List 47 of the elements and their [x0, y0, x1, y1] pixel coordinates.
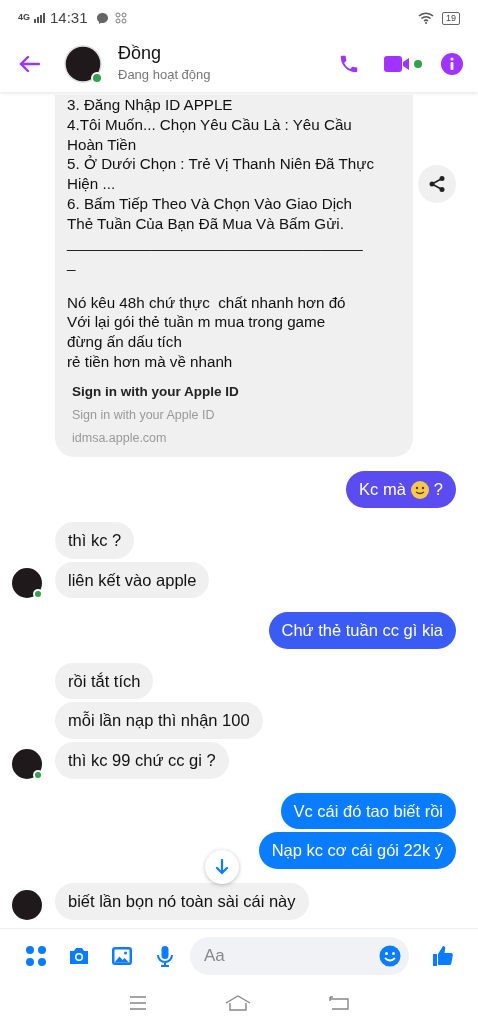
video-call-button[interactable]: [384, 54, 424, 74]
back-nav-button[interactable]: [329, 996, 349, 1010]
share-button[interactable]: [418, 165, 456, 203]
thumbs-up-icon: [430, 943, 455, 968]
battery-level: 19: [442, 11, 460, 25]
message-bubble: thì kc 99 chứ cc gi ?: [55, 742, 229, 779]
back-button[interactable]: [18, 55, 40, 73]
home-icon: [225, 995, 251, 1011]
chat-bubble-icon: [95, 11, 109, 25]
message-bubble: rồi tắt tích: [55, 662, 154, 700]
message-bubble: mỗi lần nạp thì nhận 100: [55, 702, 263, 739]
message-bubble: Nạp kc cơ cái gói 22k ý: [258, 832, 456, 869]
link-subtitle: Sign in with your Apple ID: [72, 406, 216, 424]
menu-icon: [129, 996, 147, 1010]
return-icon: [329, 996, 349, 1010]
message-text: 3. Đăng Nhập ID APPLE 4.Tôi Muốn... Chọn Yêu Cầu Là : Yêu Cầu Hoàn Tiền 5. Ở Dưới Chọn : Trẻ Vị Thanh Niên Đã Thực Hiện ... 6. Bấm Tiếp Theo Và Chọn Vào Giao Dịch Thẻ Tuần Của Bạn Đã Mua Và Bấm Gửi. ___________________________________ _ Nó kêu 48h chứ thực chất nhanh hơn đó Với lại gói thẻ tuần m mua trong game đừng ấn dấu tích rẻ tiền hơn mà về nhanh: [65, 95, 375, 372]
link-title[interactable]: Sign in with your Apple ID: [72, 381, 396, 402]
message-field[interactable]: Aa: [190, 936, 409, 975]
share-icon: [428, 175, 446, 193]
down-arrow-icon: [215, 859, 229, 875]
contact-status: Đang hoạt động: [118, 66, 211, 85]
message-bubble: Vc cái đó tao biết rồi: [280, 792, 456, 830]
info-button[interactable]: [440, 52, 464, 76]
grid-icon: [114, 12, 127, 24]
phone-icon: [338, 53, 360, 75]
message-text: ?: [433, 479, 443, 500]
message-bubble: biết lần bọn nó toàn sài cái này: [55, 882, 309, 920]
contact-name: Đồng: [118, 43, 163, 66]
avatar: [64, 45, 102, 83]
menu-button[interactable]: [129, 996, 147, 1010]
network-label: 4G: [18, 11, 30, 25]
home-button[interactable]: [225, 995, 251, 1011]
call-button[interactable]: [338, 53, 360, 75]
signal-icon: [34, 13, 46, 23]
emoji-icon[interactable]: [379, 944, 401, 967]
message-bubble: thì kc ?: [55, 521, 135, 559]
video-camera-icon: [384, 54, 424, 74]
status-time: 14:31: [50, 7, 88, 28]
message-bubble: liên kết vào apple: [55, 561, 210, 599]
info-icon: [440, 52, 464, 76]
message-text: Kc mà: [359, 479, 406, 500]
link-domain: idmsa.apple.com: [72, 429, 168, 447]
wifi-icon: [418, 12, 434, 24]
message-bubble: Chứ thẻ tuần cc gì kia: [268, 612, 456, 649]
four-dots-icon: [23, 943, 48, 968]
back-arrow-icon: [18, 55, 40, 73]
scroll-down-button[interactable]: [205, 850, 239, 884]
